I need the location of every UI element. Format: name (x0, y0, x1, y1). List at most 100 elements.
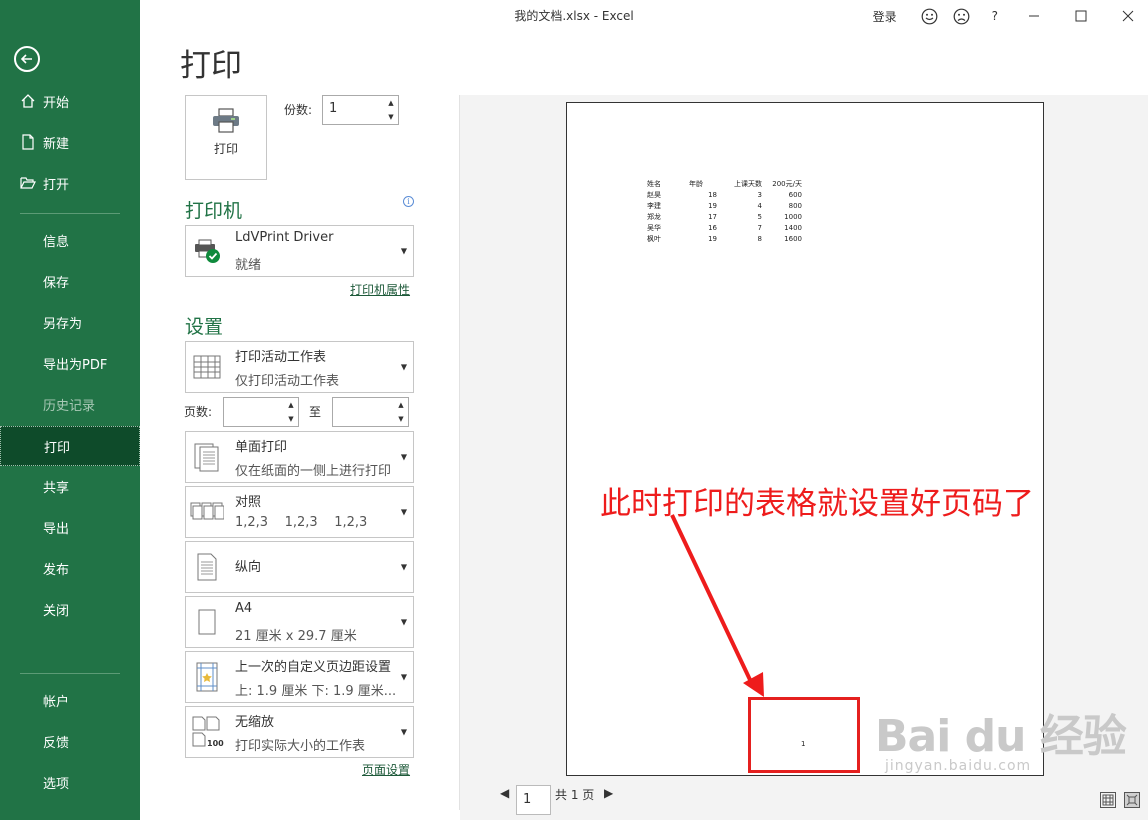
sidebar-item-label: 反馈 (43, 735, 70, 751)
margins-dropdown[interactable]: 上一次的自定义页边距设置 上: 1.9 厘米 下: 1.9 厘米... ▼ (185, 651, 414, 703)
setting-secondary: 打印实际大小的工作表 (235, 739, 366, 754)
copies-spinner[interactable]: 1 ▲ ▼ (322, 95, 399, 125)
table-cell: 1600 (784, 235, 802, 243)
table-cell: 枫叶 (647, 235, 661, 243)
sidebar-divider (20, 673, 120, 674)
table-row: 李建 19 4 800 (647, 201, 802, 212)
table-cell: 3 (757, 191, 762, 199)
paper-size-dropdown[interactable]: A4 21 厘米 x 29.7 厘米 ▼ (185, 596, 414, 648)
sidebar-item-history[interactable]: 历史记录 (0, 384, 140, 424)
table-cell: 吴华 (647, 224, 661, 232)
back-arrow-icon[interactable] (14, 46, 40, 72)
setting-primary: A4 (235, 601, 253, 616)
paper-size-icon (190, 605, 224, 639)
sidebar-item-label: 发布 (43, 562, 70, 578)
setting-primary: 纵向 (235, 560, 262, 575)
sidebar-item-new[interactable]: 新建 (0, 122, 140, 162)
pages-label: 页数: (184, 405, 213, 419)
show-margins-icon[interactable] (1100, 792, 1116, 808)
table-cell: 16 (708, 224, 717, 232)
frown-feedback-icon[interactable] (953, 8, 970, 25)
baidu-jingyan-watermark: Bai du 经验 jingyan.baidu.com (875, 700, 1127, 774)
chevron-down-icon: ▼ (400, 362, 407, 372)
table-cell: 赵昊 (647, 191, 661, 199)
sidebar-item-label: 选项 (43, 776, 70, 792)
spin-up-icon[interactable]: ▲ (288, 400, 293, 410)
table-header-cell: 上课天数 (734, 180, 762, 188)
spin-down-icon[interactable]: ▼ (388, 112, 393, 122)
help-button[interactable]: ? (992, 9, 998, 23)
sidebar-item-publish[interactable]: 发布 (0, 548, 140, 588)
table-cell: 19 (708, 202, 717, 210)
spin-up-icon[interactable]: ▲ (398, 400, 403, 410)
smile-feedback-icon[interactable] (921, 8, 938, 25)
page-title: 打印 (180, 48, 242, 84)
sidebar-item-export[interactable]: 导出 (0, 507, 140, 547)
table-cell: 4 (757, 202, 762, 210)
page-setup-link[interactable]: 页面设置 (362, 761, 410, 778)
sidebar-item-label: 导出为PDF (43, 357, 108, 373)
title-bar-controls: 登录 ? (873, 6, 1148, 26)
collation-dropdown[interactable]: 对照 1,2,3 1,2,3 1,2,3 ▼ (185, 486, 414, 538)
sides-dropdown[interactable]: 单面打印 仅在纸面的一侧上进行打印 ▼ (185, 431, 414, 483)
sidebar-item-label: 导出 (43, 521, 70, 537)
table-row: 赵昊 18 3 600 (647, 190, 802, 201)
sidebar-item-label: 历史记录 (43, 398, 96, 414)
setting-primary: 打印活动工作表 (235, 350, 327, 365)
maximize-icon[interactable] (1075, 10, 1087, 22)
previous-page-icon[interactable]: ◀ (500, 786, 509, 800)
single-sided-page-icon (190, 440, 224, 474)
sidebar-item-label: 打印 (44, 440, 71, 456)
copies-value: 1 (329, 101, 338, 116)
open-folder-icon (20, 175, 36, 191)
sidebar-item-label: 信息 (43, 234, 70, 250)
zoom-to-page-icon[interactable] (1124, 792, 1140, 808)
sidebar-item-home[interactable]: 开始 (0, 81, 140, 121)
spin-down-icon[interactable]: ▼ (398, 414, 403, 424)
sidebar-item-label: 帐户 (43, 694, 70, 710)
printer-properties-link[interactable]: 打印机属性 (350, 281, 410, 298)
sidebar-item-options[interactable]: 选项 (0, 762, 140, 802)
current-page-input[interactable]: 1 (516, 785, 551, 815)
table-row: 吴华 16 7 1400 (647, 223, 802, 234)
copies-label: 份数: (284, 103, 313, 117)
sidebar-item-account[interactable]: 帐户 (0, 680, 140, 720)
print-what-dropdown[interactable]: 打印活动工作表 仅打印活动工作表 ▼ (185, 341, 414, 393)
worksheet-grid-icon (190, 350, 224, 384)
scaling-dropdown[interactable]: 100 无缩放 打印实际大小的工作表 ▼ (185, 706, 414, 758)
info-icon[interactable]: i (403, 196, 414, 207)
setting-secondary: 仅在纸面的一侧上进行打印 (235, 464, 392, 479)
collated-pages-icon (190, 495, 224, 529)
sidebar-item-label: 打开 (43, 177, 70, 193)
table-cell: 8 (757, 235, 762, 243)
sidebar-item-label: 共享 (43, 480, 70, 496)
sidebar-item-export-pdf[interactable]: 导出为PDF (0, 343, 140, 383)
watermark-url: jingyan.baidu.com (885, 758, 1032, 774)
sidebar-item-open[interactable]: 打开 (0, 163, 140, 203)
print-button[interactable]: 打印 (185, 95, 267, 180)
table-header-cell: 200元/天 (772, 180, 802, 188)
table-cell: 5 (757, 213, 762, 221)
pages-from-input[interactable]: ▲ ▼ (223, 397, 299, 427)
sidebar-divider (20, 213, 120, 214)
sidebar-item-feedback[interactable]: 反馈 (0, 721, 140, 761)
minimize-icon[interactable] (1028, 10, 1040, 22)
sidebar-item-label: 新建 (43, 136, 70, 152)
sidebar-item-print[interactable]: 打印 (0, 426, 140, 466)
pages-to-input[interactable]: ▲ ▼ (332, 397, 409, 427)
sign-in-link[interactable]: 登录 (873, 8, 897, 25)
close-icon[interactable] (1122, 10, 1134, 22)
sidebar-item-save-as[interactable]: 另存为 (0, 302, 140, 342)
sidebar-item-info[interactable]: 信息 (0, 220, 140, 260)
sidebar-item-close[interactable]: 关闭 (0, 589, 140, 629)
spin-up-icon[interactable]: ▲ (388, 98, 393, 108)
table-cell: 17 (708, 213, 717, 221)
sidebar-item-save[interactable]: 保存 (0, 261, 140, 301)
next-page-icon[interactable]: ▶ (604, 786, 613, 800)
sidebar-item-share[interactable]: 共享 (0, 466, 140, 506)
table-cell: 600 (788, 191, 802, 199)
orientation-dropdown[interactable]: 纵向 ▼ (185, 541, 414, 593)
spin-down-icon[interactable]: ▼ (288, 414, 293, 424)
printer-name: LdVPrint Driver (235, 230, 334, 245)
printer-dropdown[interactable]: LdVPrint Driver 就绪 ▼ (185, 225, 414, 277)
